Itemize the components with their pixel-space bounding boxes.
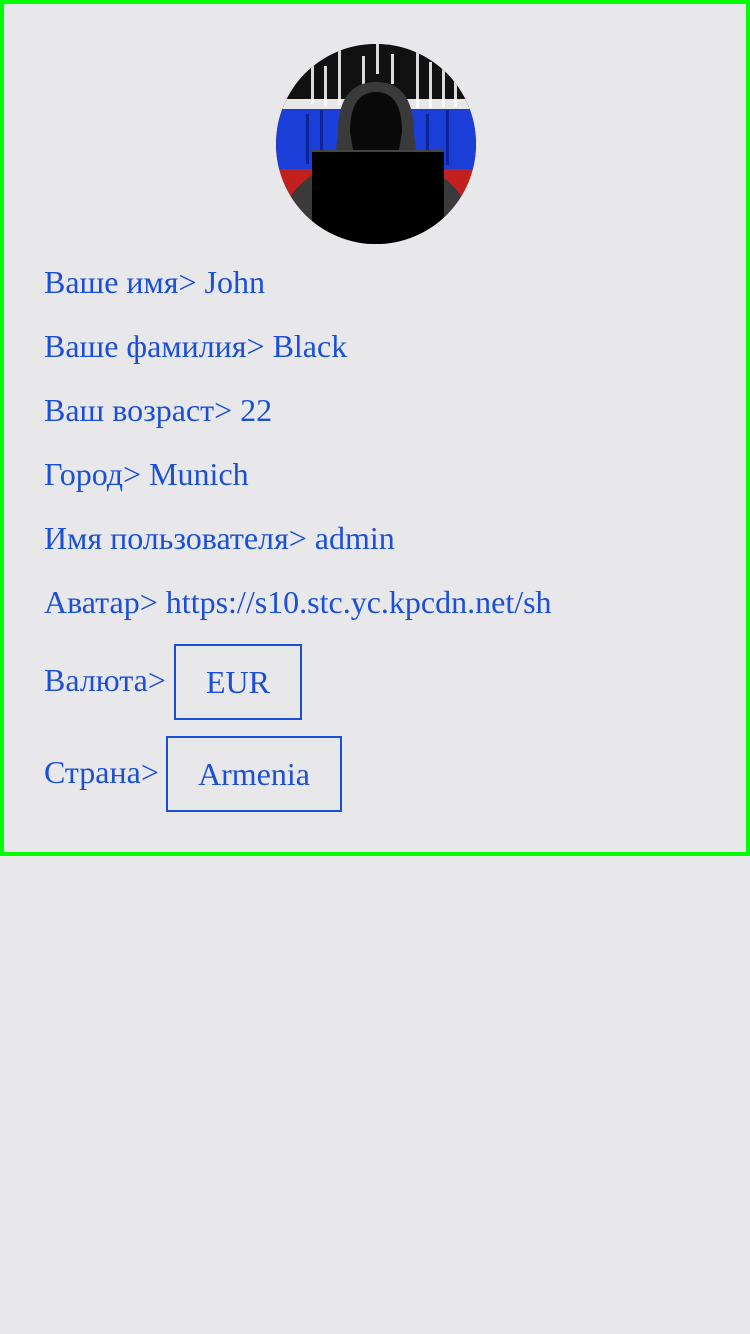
profile-card: Ваше имя> John Ваше фамилия> Black Ваш в… [0,0,750,856]
country-label: Страна> [44,754,159,790]
city-label: Город> [44,456,142,492]
first-name-label: Ваше имя> [44,264,197,300]
field-city: Город> Munich [44,454,249,494]
avatar-url-label: Аватар> [44,584,158,620]
field-avatar-url: Аватар> https://s10.stc.yc.kpcdn.net/sh [44,582,552,622]
country-select[interactable]: Armenia [166,736,342,812]
age-value: 22 [240,392,273,428]
avatar-image [276,44,476,244]
username-label: Имя пользователя> [44,520,307,556]
field-age: Ваш возраст> 22 [44,390,272,430]
avatar [276,44,476,244]
field-last-name: Ваше фамилия> Black [44,326,347,366]
currency-select[interactable]: EUR [174,644,302,720]
field-first-name: Ваше имя> John [44,262,265,302]
avatar-url-value: https://s10.stc.yc.kpcdn.net/sh [165,584,552,620]
currency-label: Валюта> [44,662,166,698]
last-name-value: Black [272,328,348,364]
username-value: admin [314,520,395,556]
field-username: Имя пользователя> admin [44,518,395,558]
last-name-label: Ваше фамилия> [44,328,265,364]
first-name-value: John [204,264,265,300]
city-value: Munich [149,456,249,492]
age-label: Ваш возраст> [44,392,233,428]
